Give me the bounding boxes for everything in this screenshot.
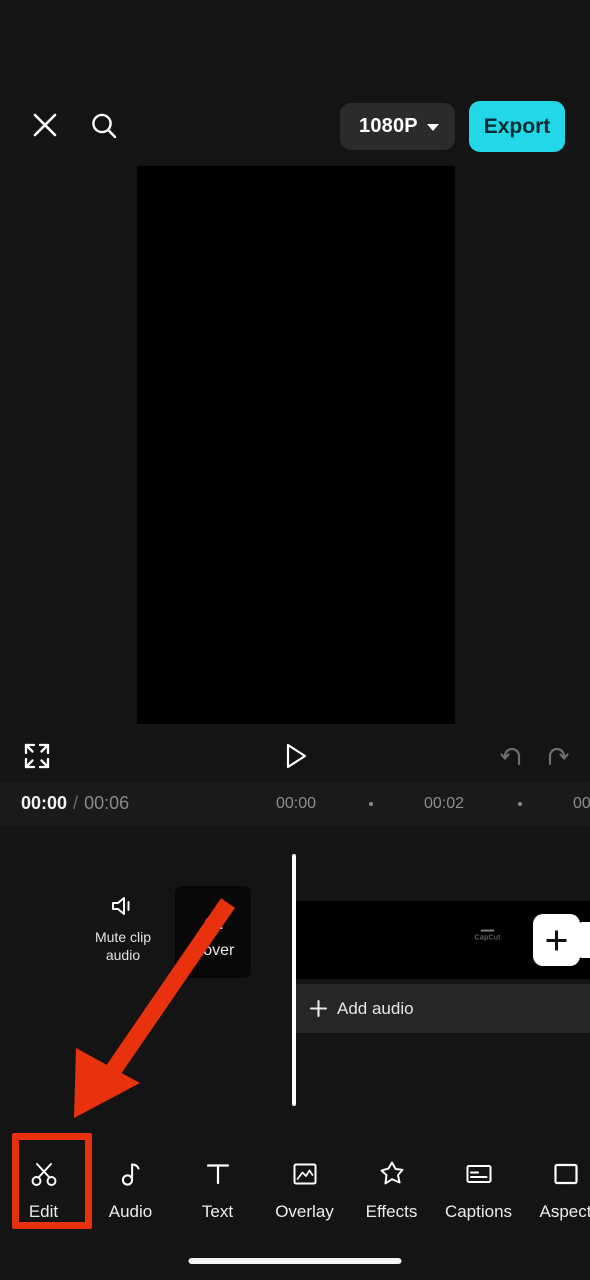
ruler-tick-dot — [369, 802, 373, 806]
tool-audio[interactable]: Audio — [87, 1146, 174, 1234]
player-control-bar — [0, 730, 590, 782]
redo-icon — [548, 747, 569, 766]
export-label: Export — [483, 114, 551, 138]
play-button[interactable] — [277, 738, 313, 774]
watermark-bar — [480, 929, 495, 932]
tool-edit[interactable]: Edit — [0, 1146, 87, 1234]
scissors-icon — [29, 1159, 59, 1189]
tool-label: Aspect — [539, 1201, 590, 1221]
image-overlay-icon — [290, 1159, 320, 1189]
tool-effects[interactable]: Effects — [348, 1146, 435, 1234]
timeline-ruler[interactable]: 00:00 / 00:06 00:00 00:02 00 — [0, 782, 590, 826]
tool-aspect[interactable]: Aspect — [522, 1146, 590, 1234]
ruler-tick: 00:02 — [424, 795, 465, 812]
cover-button[interactable]: Cover — [175, 886, 251, 978]
clip-quick-tools: Mute clip audio Cover — [0, 886, 294, 996]
mute-clip-audio-label: Mute clip audio — [94, 929, 152, 963]
tool-label: Audio — [108, 1201, 153, 1221]
fullscreen-button[interactable] — [20, 740, 54, 772]
add-audio-track[interactable]: Add audio — [296, 984, 590, 1033]
clip-trim-handle[interactable] — [579, 922, 590, 958]
capcut-editor-screen: 1080P Export 00:00 / 00:06 00:00 00:02 0… — [0, 0, 590, 1280]
resolution-label: 1080P — [359, 115, 418, 137]
timecode-display: 00:00 / 00:06 — [21, 793, 129, 814]
captions-icon — [464, 1159, 494, 1189]
tool-overlay[interactable]: Overlay — [261, 1146, 348, 1234]
search-button[interactable] — [86, 108, 122, 144]
tool-captions[interactable]: Captions — [435, 1146, 522, 1234]
video-preview-canvas[interactable] — [137, 166, 455, 724]
add-clip-button[interactable] — [533, 914, 580, 966]
undo-icon — [499, 747, 520, 766]
playhead[interactable] — [292, 854, 296, 1106]
video-track-clip[interactable]: CapCut — [296, 901, 590, 979]
tool-label: Text — [201, 1201, 234, 1221]
music-note-icon — [116, 1159, 146, 1189]
ruler-tick-dot — [518, 802, 522, 806]
search-icon — [92, 113, 117, 139]
timeline-area: Mute clip audio Cover CapCut Add audio — [0, 826, 590, 1138]
ruler-tick: 00 — [573, 795, 590, 812]
aspect-ratio-icon — [551, 1159, 581, 1189]
export-button[interactable]: Export — [469, 101, 565, 152]
tool-label: Overlay — [275, 1201, 334, 1221]
play-icon — [286, 743, 307, 769]
redo-button[interactable] — [541, 741, 572, 771]
cover-label: Cover — [191, 941, 235, 959]
mute-clip-audio-button[interactable]: Mute clip audio — [88, 894, 158, 964]
sparkle-star-icon — [377, 1159, 407, 1189]
text-t-icon — [203, 1159, 233, 1189]
speaker-mute-icon — [111, 897, 129, 915]
time-separator: / — [73, 793, 79, 813]
tool-label: Effects — [365, 1201, 418, 1221]
plus-icon — [309, 999, 328, 1018]
bottom-toolbar: Edit Audio Text Overlay Effects Captions… — [0, 1138, 590, 1242]
total-time: 00:06 — [84, 793, 130, 813]
resolution-selector[interactable]: 1080P — [340, 103, 455, 150]
watermark-text: CapCut — [474, 933, 501, 942]
tool-label: Edit — [28, 1201, 59, 1221]
close-button[interactable] — [28, 108, 62, 142]
chevron-down-icon — [426, 124, 439, 131]
capcut-watermark: CapCut — [474, 929, 501, 942]
pencil-edit-icon — [203, 907, 223, 929]
tool-label: Captions — [444, 1201, 513, 1221]
plus-icon — [546, 930, 567, 950]
ruler-tick: 00:00 — [276, 795, 317, 812]
current-time: 00:00 — [21, 793, 68, 813]
preview-area — [0, 166, 590, 730]
home-indicator — [188, 1258, 402, 1264]
close-icon — [33, 113, 57, 137]
add-audio-label: Add audio — [337, 998, 414, 1018]
tool-text[interactable]: Text — [174, 1146, 261, 1234]
undo-button[interactable] — [496, 741, 527, 771]
fullscreen-icon — [24, 743, 50, 769]
